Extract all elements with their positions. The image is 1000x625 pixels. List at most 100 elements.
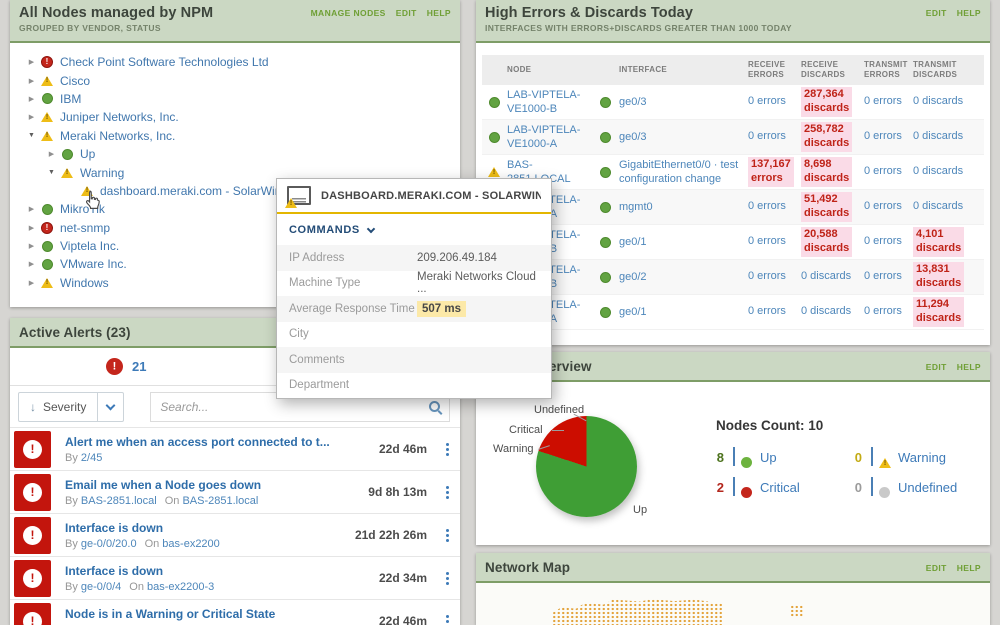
exclamation-icon: ! (23, 440, 42, 459)
interface-link[interactable]: ge0/3 (619, 95, 747, 109)
expand-arrow-icon[interactable]: ▶ (26, 58, 37, 66)
metric-value: 0 errors (748, 305, 800, 319)
expand-arrow-icon[interactable]: ▶ (26, 279, 37, 287)
header-link-help[interactable]: HELP (957, 8, 981, 18)
node-link[interactable]: LAB-VIPTELA-VE1000-A (507, 123, 591, 152)
server-icon (733, 448, 748, 466)
alert-title-link[interactable]: Interface is down (65, 564, 379, 578)
legend-label[interactable]: Undefined (898, 480, 957, 495)
tree-item-label[interactable]: Warning (80, 166, 124, 180)
alert-title-link[interactable]: Interface is down (65, 521, 355, 535)
alert-node-link[interactable]: bas-ex2200-3 (147, 581, 214, 593)
expand-arrow-icon[interactable]: ▶ (46, 150, 57, 158)
network-map-canvas[interactable] (476, 583, 990, 625)
header-link-edit[interactable]: EDIT (926, 563, 947, 573)
tree-item-label[interactable]: IBM (60, 92, 81, 106)
kebab-dot (446, 443, 449, 446)
tree-item[interactable]: ▼ Meraki Networks, Inc. (10, 127, 460, 145)
tree-item-label[interactable]: Meraki Networks, Inc. (60, 129, 175, 143)
header-link-manage-nodes[interactable]: MANAGE NODES (311, 8, 386, 18)
interface-link[interactable]: mgmt0 (619, 200, 747, 214)
up-status-icon (600, 97, 611, 108)
property-label: Machine Type (289, 277, 417, 289)
search-icon[interactable] (429, 401, 440, 412)
tree-item[interactable]: ▶ Juniper Networks, Inc. (10, 108, 460, 126)
legend-item-critical[interactable]: 2Critical (708, 478, 832, 496)
expand-arrow-icon[interactable]: ▶ (26, 77, 37, 85)
tree-item-label[interactable]: Cisco (60, 74, 90, 88)
alert-title-link[interactable]: Email me when a Node goes down (65, 478, 368, 492)
alert-title-link[interactable]: Node is in a Warning or Critical State (65, 607, 379, 621)
alert-menu-button[interactable] (439, 443, 455, 456)
kebab-dot (446, 448, 449, 451)
sort-dropdown-button[interactable] (97, 393, 123, 421)
expand-arrow-icon[interactable]: ▶ (26, 95, 37, 103)
up-status-icon (40, 241, 54, 252)
on-label: On (165, 495, 183, 507)
header-link-edit[interactable]: EDIT (926, 8, 947, 18)
expand-arrow-icon[interactable]: ▶ (26, 113, 37, 121)
alert-menu-button[interactable] (439, 615, 455, 625)
tree-item-label[interactable]: Check Point Software Technologies Ltd (60, 55, 269, 69)
panel-subtitle: GROUPED BY VENDOR, STATUS (19, 23, 213, 33)
alert-trigger-link[interactable]: ge-0/0/20.0 (81, 538, 137, 550)
interface-link[interactable]: ge0/1 (619, 305, 747, 319)
tree-item-label[interactable]: Juniper Networks, Inc. (60, 110, 179, 124)
sort-by-severity-button[interactable]: ↓ Severity (19, 393, 97, 421)
tree-item-label[interactable]: net-snmp (60, 221, 110, 235)
header-link-help[interactable]: HELP (427, 8, 451, 18)
legend-item-undefined[interactable]: 0Undefined (846, 478, 970, 496)
alert-metric-value: 13,831discards (913, 262, 964, 292)
header-link-help[interactable]: HELP (957, 563, 981, 573)
legend-label[interactable]: Up (760, 450, 777, 465)
tree-item-label[interactable]: Viptela Inc. (60, 239, 119, 253)
alert-menu-button[interactable] (439, 486, 455, 499)
metric-value: 0 errors (748, 95, 800, 109)
expand-arrow-icon[interactable]: ▶ (26, 205, 37, 213)
tree-item[interactable]: ▶ IBM (10, 90, 460, 108)
commands-menu-button[interactable]: COMMANDS (277, 214, 551, 245)
up-status-icon (42, 241, 53, 252)
alert-node-link[interactable]: BAS-2851.local (182, 495, 258, 507)
expand-arrow-icon[interactable]: ▶ (26, 260, 37, 268)
alert-trigger-link[interactable]: ge-0/0/4 (81, 581, 121, 593)
alert-trigger-link[interactable]: 2/45 (81, 452, 102, 464)
legend-item-warning[interactable]: 0Warning (846, 448, 970, 466)
property-label: City (289, 328, 417, 340)
interface-link[interactable]: ge0/2 (619, 270, 747, 284)
interface-link[interactable]: GigabitEthernet0/0 · test configuration … (619, 158, 747, 187)
tree-item[interactable]: ▶ Up (10, 145, 460, 163)
tree-item[interactable]: ▶ Cisco (10, 71, 460, 89)
panel-title: Network Map (485, 560, 570, 575)
tooltip-property-row: Comments (277, 347, 551, 373)
node-link[interactable]: LAB-VIPTELA-VE1000-B (507, 88, 591, 117)
tree-item-label[interactable]: Up (80, 147, 95, 161)
tree-item[interactable]: ▶ Check Point Software Technologies Ltd (10, 53, 460, 71)
header-link-edit[interactable]: EDIT (926, 362, 947, 372)
header-link-edit[interactable]: EDIT (396, 8, 417, 18)
table-row: BAS-2851.LOCALGigabitEthernet0/0 · test … (482, 155, 984, 190)
alert-node-link[interactable]: bas-ex2200 (162, 538, 220, 550)
legend-item-up[interactable]: 8Up (708, 448, 832, 466)
health-pie-chart[interactable] (536, 416, 637, 517)
metric-number: 4,101 (916, 228, 944, 240)
expand-arrow-icon[interactable]: ▶ (26, 224, 37, 232)
header-link-help[interactable]: HELP (957, 362, 981, 372)
legend-label[interactable]: Critical (760, 480, 800, 495)
alert-trigger-link[interactable]: BAS-2851.local (81, 495, 157, 507)
nodes-count: Nodes Count: 10 (716, 418, 823, 433)
collapse-arrow-icon[interactable]: ▼ (46, 169, 57, 176)
expand-arrow-icon[interactable]: ▶ (26, 242, 37, 250)
interface-link[interactable]: ge0/3 (619, 130, 747, 144)
search-input[interactable] (160, 400, 429, 414)
critical-severity-icon: ! (14, 474, 51, 511)
alert-menu-button[interactable] (439, 572, 455, 585)
tree-item-label[interactable]: Windows (60, 276, 109, 290)
alert-menu-button[interactable] (439, 529, 455, 542)
interface-link[interactable]: ge0/1 (619, 235, 747, 249)
tree-item-label[interactable]: VMware Inc. (60, 257, 127, 271)
legend-label[interactable]: Warning (898, 450, 946, 465)
collapse-arrow-icon[interactable]: ▼ (26, 132, 37, 139)
sort-descending-icon: ↓ (30, 400, 36, 414)
alert-title-link[interactable]: Alert me when an access port connected t… (65, 435, 379, 449)
